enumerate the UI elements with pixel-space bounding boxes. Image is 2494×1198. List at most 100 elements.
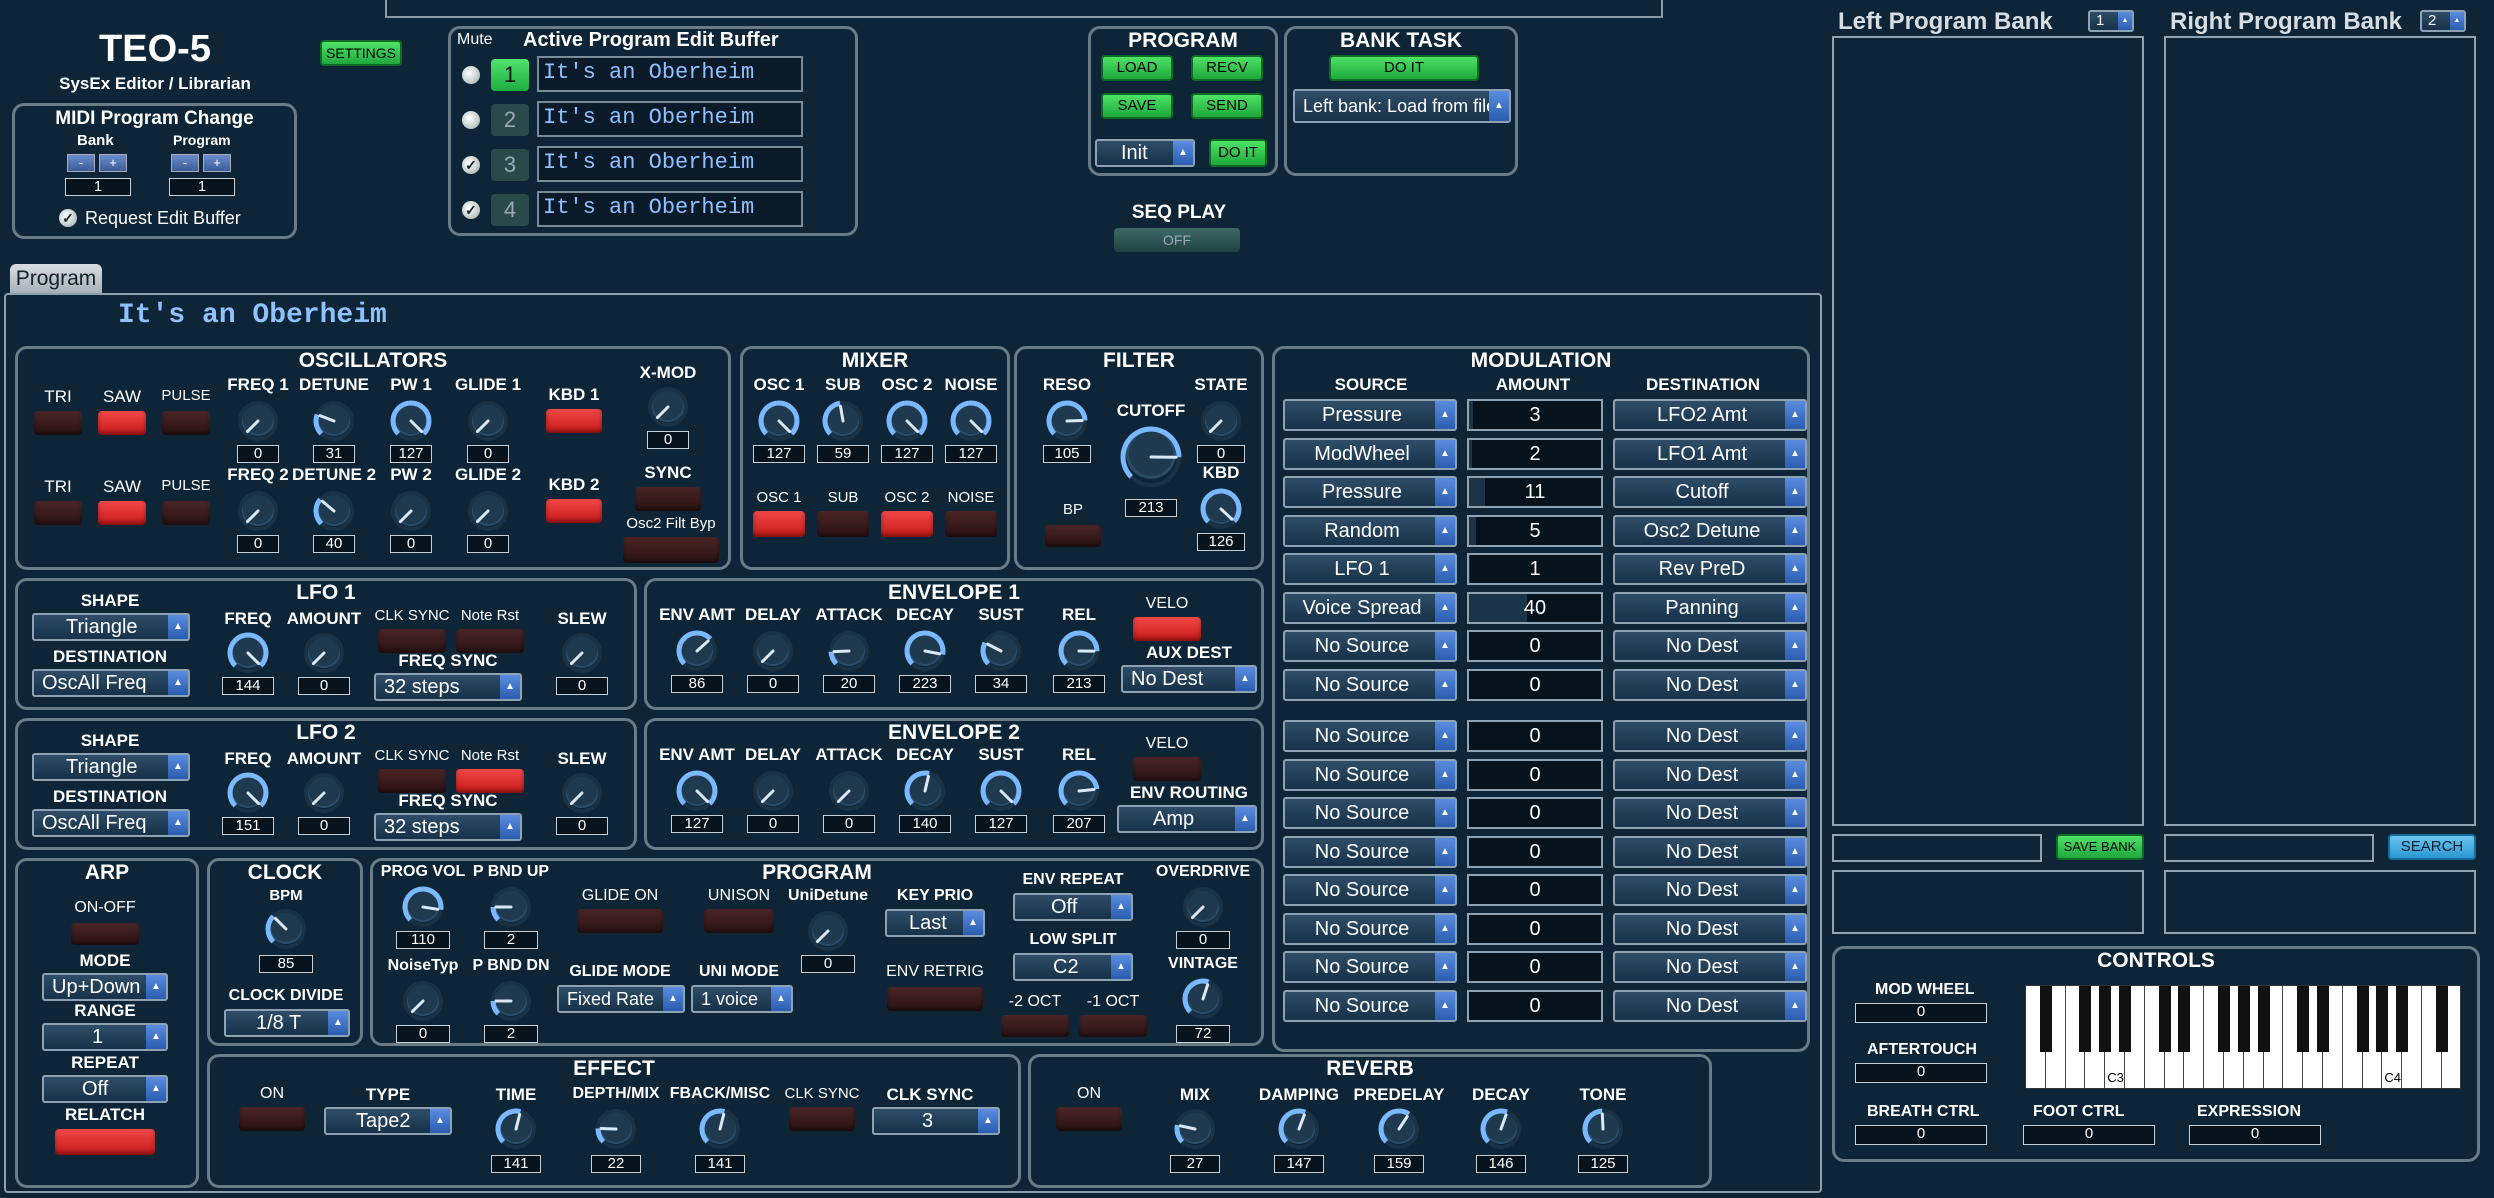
mix-osc1-knob[interactable] [757, 399, 801, 443]
effect-depth-value[interactable]: 22 [591, 1155, 641, 1173]
env1-decay-knob[interactable] [903, 629, 947, 673]
saw-1-toggle[interactable] [98, 411, 146, 435]
mod-source-select[interactable]: ModWheel▲▼ [1283, 437, 1457, 470]
freq2-knob[interactable] [236, 489, 280, 533]
env1-decay-value[interactable]: 223 [899, 675, 951, 693]
mod-source-select[interactable]: No Source▲▼ [1283, 912, 1457, 945]
pbdn-value[interactable]: 2 [484, 1025, 538, 1043]
program-doit-button[interactable]: DO IT [1209, 139, 1267, 167]
mix-sub-knob[interactable] [821, 399, 865, 443]
mix-osc2-value[interactable]: 127 [881, 445, 933, 463]
lfo1-rst-toggle[interactable] [456, 629, 524, 653]
mod-destination-select[interactable]: Panning▲▼ [1613, 591, 1807, 624]
lowsplit-select[interactable]: C2▲▼ [1013, 953, 1133, 981]
lfo2-clk-toggle[interactable] [378, 769, 446, 793]
send-button[interactable]: SEND [1191, 93, 1263, 119]
mod-destination-select[interactable]: Cutoff▲▼ [1613, 476, 1807, 508]
aftertouch-value[interactable]: 0 [1855, 1063, 1987, 1083]
effect-clk-toggle[interactable] [789, 1107, 855, 1131]
slot-3-name[interactable]: It's an Oberheim [537, 146, 803, 182]
detune2-knob[interactable] [312, 489, 356, 533]
foot-value[interactable]: 0 [2023, 1125, 2155, 1145]
clock-divide-select[interactable]: 1/8 T▲▼ [224, 1009, 350, 1037]
mod-destination-select[interactable]: No Dest▲▼ [1613, 720, 1807, 752]
effect-fback-knob[interactable] [698, 1107, 742, 1151]
black-key[interactable] [2178, 986, 2191, 1052]
freq2-value[interactable]: 0 [237, 535, 279, 553]
env2-rel-value[interactable]: 207 [1053, 815, 1105, 833]
program-value[interactable]: 1 [169, 178, 235, 196]
black-key[interactable] [2317, 986, 2329, 1052]
env1-attack-knob[interactable] [827, 629, 871, 673]
kbd1-toggle[interactable] [546, 409, 602, 433]
reso-knob[interactable] [1045, 399, 1089, 443]
state-knob[interactable] [1199, 399, 1243, 443]
mod-amount-field[interactable]: 0 [1467, 989, 1603, 1022]
env2-rel-knob[interactable] [1057, 769, 1101, 813]
mod-amount-field[interactable]: 0 [1467, 874, 1603, 906]
mod-destination-select[interactable]: No Dest▲▼ [1613, 630, 1807, 662]
reverb-predelay-knob[interactable] [1377, 1107, 1421, 1151]
pw1-knob[interactable] [389, 399, 433, 443]
arp-relatch-toggle[interactable] [55, 1129, 155, 1155]
glide1-value[interactable]: 0 [467, 445, 509, 463]
vintage-knob[interactable] [1181, 977, 1225, 1021]
mod-amount-field[interactable]: 0 [1467, 797, 1603, 829]
env2-amt-value[interactable]: 127 [671, 815, 723, 833]
mod-amount-field[interactable]: 5 [1467, 514, 1603, 547]
arp-onoff-toggle[interactable] [71, 923, 139, 945]
mod-amount-field[interactable]: 3 [1467, 399, 1603, 431]
env2-delay-value[interactable]: 0 [747, 815, 799, 833]
mod-destination-select[interactable]: LFO1 Amt▲▼ [1613, 437, 1807, 470]
black-key[interactable] [2356, 986, 2369, 1052]
env2-decay-value[interactable]: 140 [899, 815, 951, 833]
mute-3-checkbox[interactable]: ✓ [462, 156, 480, 174]
black-key[interactable] [2158, 986, 2171, 1052]
mod-source-select[interactable]: Voice Spread▲▼ [1283, 591, 1457, 624]
bank-plus-button[interactable]: + [99, 154, 127, 172]
env2-attack-knob[interactable] [827, 769, 871, 813]
mod-source-select[interactable]: Pressure▲▼ [1283, 476, 1457, 508]
black-key[interactable] [2218, 986, 2230, 1052]
prog-vol-value[interactable]: 110 [396, 931, 450, 949]
prog-vol-knob[interactable] [401, 885, 445, 929]
mod-destination-select[interactable]: No Dest▲▼ [1613, 989, 1807, 1022]
overdrive-knob[interactable] [1181, 885, 1225, 929]
env2-sust-knob[interactable] [979, 769, 1023, 813]
mod-destination-select[interactable]: No Dest▲▼ [1613, 797, 1807, 829]
tab-program[interactable]: Program [10, 264, 102, 294]
pulse-1-toggle[interactable] [162, 411, 210, 435]
env1-amt-knob[interactable] [675, 629, 719, 673]
mod-destination-select[interactable]: LFO2 Amt▲▼ [1613, 399, 1807, 431]
mod-source-select[interactable]: No Source▲▼ [1283, 951, 1457, 983]
black-key[interactable] [2435, 986, 2448, 1052]
mix-osc2-toggle[interactable] [881, 511, 933, 537]
vintage-value[interactable]: 72 [1176, 1025, 1230, 1043]
lfo1-slew-value[interactable]: 0 [556, 677, 608, 695]
program-minus-button[interactable]: - [171, 154, 199, 172]
mod-amount-field[interactable]: 40 [1467, 591, 1603, 624]
lfo1-dest-select[interactable]: OscAll Freq▲▼ [32, 669, 190, 697]
env2-routing-select[interactable]: Amp▲▼ [1117, 805, 1257, 833]
envretrig-toggle[interactable] [887, 987, 983, 1011]
search-button[interactable]: SEARCH [2388, 834, 2476, 860]
right-bank-list[interactable] [2164, 36, 2476, 826]
mod-source-select[interactable]: No Source▲▼ [1283, 797, 1457, 829]
piano-keyboard[interactable]: C3 C4 [2025, 985, 2461, 1089]
pw1-value[interactable]: 127 [390, 445, 432, 463]
mod-source-select[interactable]: No Source▲▼ [1283, 989, 1457, 1022]
reverb-damping-knob[interactable] [1277, 1107, 1321, 1151]
mod-amount-field[interactable]: 0 [1467, 758, 1603, 791]
env1-sust-knob[interactable] [979, 629, 1023, 673]
pbup-knob[interactable] [489, 885, 533, 929]
overdrive-value[interactable]: 0 [1176, 931, 1230, 949]
pw2-value[interactable]: 0 [390, 535, 432, 553]
mute-1-checkbox[interactable] [462, 66, 480, 84]
reverb-on-toggle[interactable] [1056, 1107, 1122, 1131]
glide1-knob[interactable] [466, 399, 510, 443]
unison-toggle[interactable] [704, 909, 774, 933]
effect-clksync-select[interactable]: 3▲▼ [872, 1107, 1000, 1135]
lfo2-shape-select[interactable]: Triangle▲▼ [32, 753, 190, 781]
tri-2-toggle[interactable] [34, 501, 82, 525]
bpm-knob[interactable] [264, 907, 308, 951]
